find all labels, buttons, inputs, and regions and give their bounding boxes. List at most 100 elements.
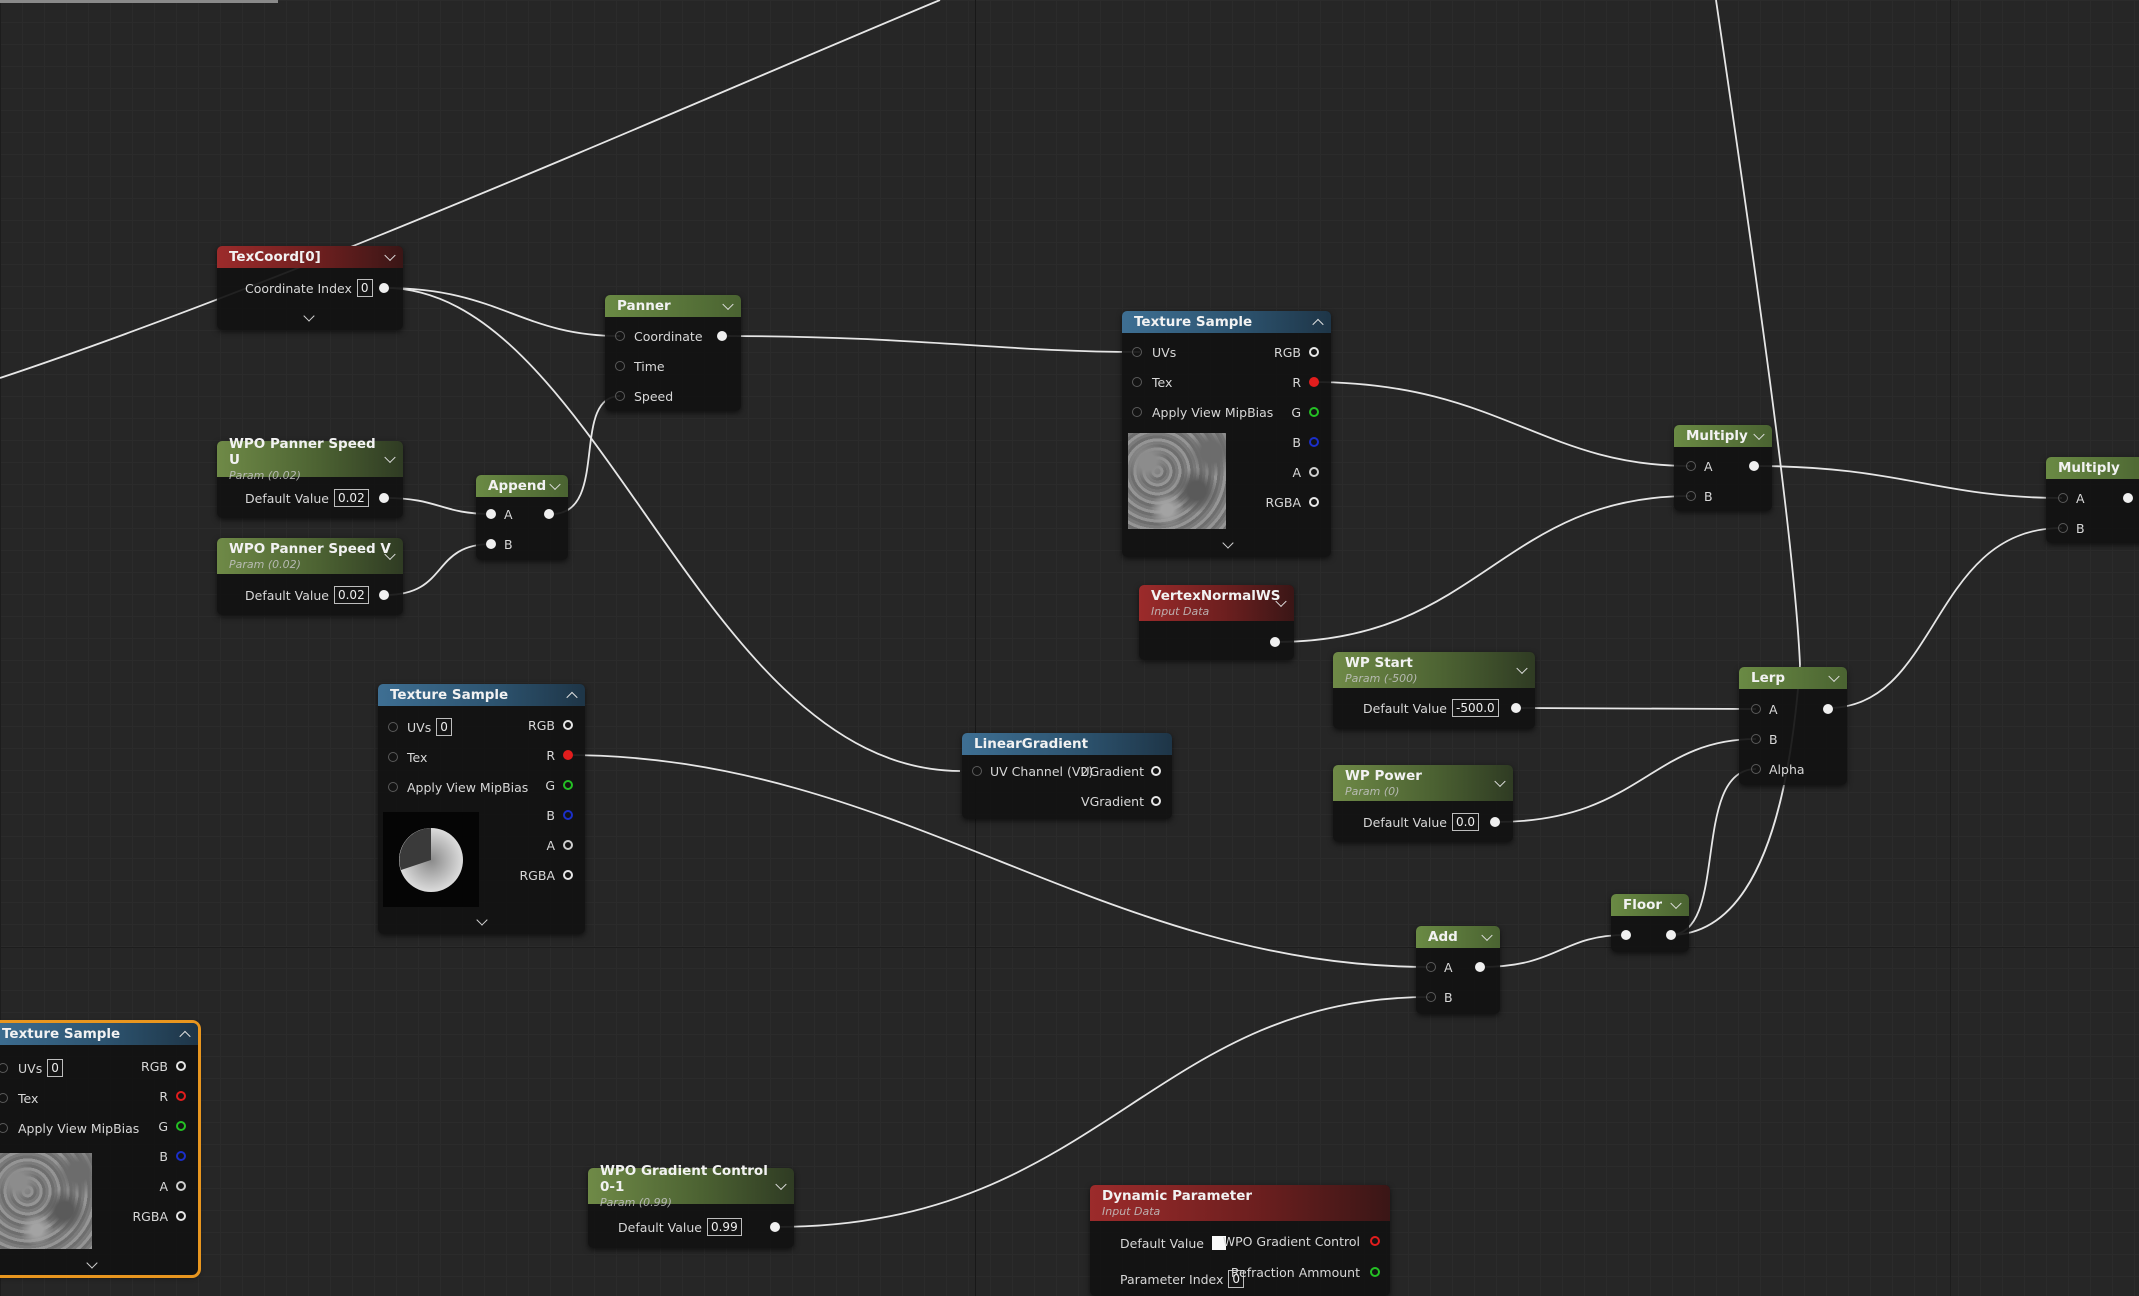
expand-chevron-icon[interactable]: [303, 310, 315, 322]
uvs-field[interactable]: 0: [47, 1059, 63, 1077]
a-pin[interactable]: [1309, 467, 1319, 477]
dynamic-parameter-node[interactable]: Dynamic Parameter Input Data Default Valu…: [1090, 1185, 1390, 1296]
chevron-down-icon[interactable]: [722, 298, 734, 311]
node-header[interactable]: Add: [1416, 926, 1500, 948]
texture-sample-node-selected[interactable]: Texture Sample UVs 0 Tex Apply View MipBi…: [0, 1020, 201, 1278]
output-pin[interactable]: [1666, 930, 1676, 940]
b-input-pin[interactable]: [486, 539, 496, 549]
uvs-pin[interactable]: [0, 1063, 8, 1073]
node-header[interactable]: LinearGradient: [962, 733, 1172, 755]
output-pin[interactable]: [2123, 493, 2133, 503]
linear-gradient-node[interactable]: LinearGradient UV Channel (V2) UGradient…: [962, 733, 1172, 819]
ugradient-pin[interactable]: [1151, 766, 1161, 776]
rgba-pin[interactable]: [1309, 497, 1319, 507]
output-pin[interactable]: [717, 331, 727, 341]
texcoord-node[interactable]: TexCoord[0] Coordinate Index 0: [217, 246, 403, 330]
chevron-down-icon[interactable]: [1481, 929, 1493, 942]
refraction-ammount-pin[interactable]: [1370, 1267, 1380, 1277]
b-input-pin[interactable]: [1686, 491, 1696, 501]
output-pin[interactable]: [1475, 962, 1485, 972]
uvs-pin[interactable]: [388, 722, 398, 732]
chevron-down-icon[interactable]: [1494, 775, 1506, 788]
b-pin[interactable]: [563, 810, 573, 820]
speed-pin[interactable]: [615, 391, 625, 401]
node-header[interactable]: Texture Sample: [378, 684, 585, 706]
wp-start-node[interactable]: WP Start Param (-500) Default Value -500.0: [1333, 652, 1535, 729]
r-pin[interactable]: [176, 1091, 186, 1101]
node-header[interactable]: Panner: [605, 295, 741, 317]
r-pin[interactable]: [1309, 377, 1319, 387]
chevron-down-icon[interactable]: [1828, 670, 1840, 683]
tex-pin[interactable]: [388, 752, 398, 762]
a-input-pin[interactable]: [486, 509, 496, 519]
rgb-pin[interactable]: [563, 720, 573, 730]
node-header[interactable]: TexCoord[0]: [217, 246, 403, 268]
mipbias-pin[interactable]: [0, 1123, 8, 1133]
default-value-field[interactable]: 0.02: [333, 586, 369, 604]
mipbias-pin[interactable]: [388, 782, 398, 792]
add-node[interactable]: Add A B: [1416, 926, 1500, 1014]
node-header[interactable]: Multiply: [1674, 425, 1772, 447]
uvs-pin[interactable]: [1132, 347, 1142, 357]
uvs-field[interactable]: 0: [436, 718, 452, 736]
node-header[interactable]: WPO Panner Speed U Param (0.02): [217, 436, 403, 482]
rgb-pin[interactable]: [176, 1061, 186, 1071]
coordinate-pin[interactable]: [615, 331, 625, 341]
node-header[interactable]: WPO Gradient Control 0-1 Param (0.99): [588, 1163, 794, 1209]
multiply-node-2[interactable]: Multiply A B: [2046, 457, 2139, 543]
alpha-input-pin[interactable]: [1751, 764, 1761, 774]
g-pin[interactable]: [1309, 407, 1319, 417]
a-input-pin[interactable]: [1751, 704, 1761, 714]
mipbias-pin[interactable]: [1132, 407, 1142, 417]
default-value-field[interactable]: 0.02: [333, 489, 369, 507]
output-pin[interactable]: [1490, 817, 1500, 827]
chevron-down-icon[interactable]: [1516, 662, 1528, 675]
tex-pin[interactable]: [0, 1093, 8, 1103]
node-header[interactable]: Append: [476, 475, 568, 497]
panner-speed-v-node[interactable]: WPO Panner Speed V Param (0.02) Default V…: [217, 538, 403, 615]
chevron-up-icon[interactable]: [566, 691, 578, 704]
b-input-pin[interactable]: [1751, 734, 1761, 744]
a-input-pin[interactable]: [1686, 461, 1696, 471]
node-header[interactable]: WP Start Param (-500): [1333, 652, 1535, 688]
tex-pin[interactable]: [1132, 377, 1142, 387]
vertex-normal-node[interactable]: VertexNormalWS Input Data: [1139, 585, 1294, 660]
default-value-field[interactable]: 0.0: [1451, 813, 1480, 831]
panner-speed-u-node[interactable]: WPO Panner Speed U Param (0.02) Default V…: [217, 436, 403, 518]
append-node[interactable]: Append A B: [476, 475, 568, 560]
r-pin[interactable]: [563, 750, 573, 760]
uv-channel-pin[interactable]: [972, 766, 982, 776]
output-pin[interactable]: [770, 1222, 780, 1232]
node-header[interactable]: Multiply: [2046, 457, 2139, 479]
g-pin[interactable]: [563, 780, 573, 790]
a-pin[interactable]: [176, 1181, 186, 1191]
chevron-down-icon[interactable]: [384, 249, 396, 262]
coordinate-index-field[interactable]: 0: [356, 279, 373, 297]
chevron-down-icon[interactable]: [549, 478, 561, 491]
chevron-down-icon[interactable]: [1670, 897, 1682, 910]
node-header[interactable]: Texture Sample: [0, 1023, 198, 1045]
expand-chevron-icon[interactable]: [1222, 537, 1234, 549]
a-input-pin[interactable]: [1426, 962, 1436, 972]
gradient-control-node[interactable]: WPO Gradient Control 0-1 Param (0.99) Def…: [588, 1163, 794, 1248]
rgba-pin[interactable]: [563, 870, 573, 880]
b-pin[interactable]: [176, 1151, 186, 1161]
floor-node[interactable]: Floor: [1611, 894, 1689, 952]
vgradient-pin[interactable]: [1151, 796, 1161, 806]
chevron-down-icon[interactable]: [1753, 428, 1765, 441]
output-pin[interactable]: [379, 283, 389, 293]
node-header[interactable]: WP Power Param (0): [1333, 765, 1513, 801]
rgba-pin[interactable]: [176, 1211, 186, 1221]
lerp-node[interactable]: Lerp A B Alpha: [1739, 667, 1847, 785]
output-pin[interactable]: [1823, 704, 1833, 714]
b-pin[interactable]: [1309, 437, 1319, 447]
time-pin[interactable]: [615, 361, 625, 371]
panner-node[interactable]: Panner Coordinate Time Speed: [605, 295, 741, 411]
texture-sample-node-mid[interactable]: Texture Sample UVs 0 Tex Apply View MipBi…: [378, 684, 585, 934]
texture-sample-node-top[interactable]: Texture Sample UVs Tex Apply View MipBia…: [1122, 311, 1331, 557]
rgb-pin[interactable]: [1309, 347, 1319, 357]
a-input-pin[interactable]: [2058, 493, 2068, 503]
node-header[interactable]: Texture Sample: [1122, 311, 1331, 333]
output-pin[interactable]: [1749, 461, 1759, 471]
output-pin[interactable]: [379, 493, 389, 503]
